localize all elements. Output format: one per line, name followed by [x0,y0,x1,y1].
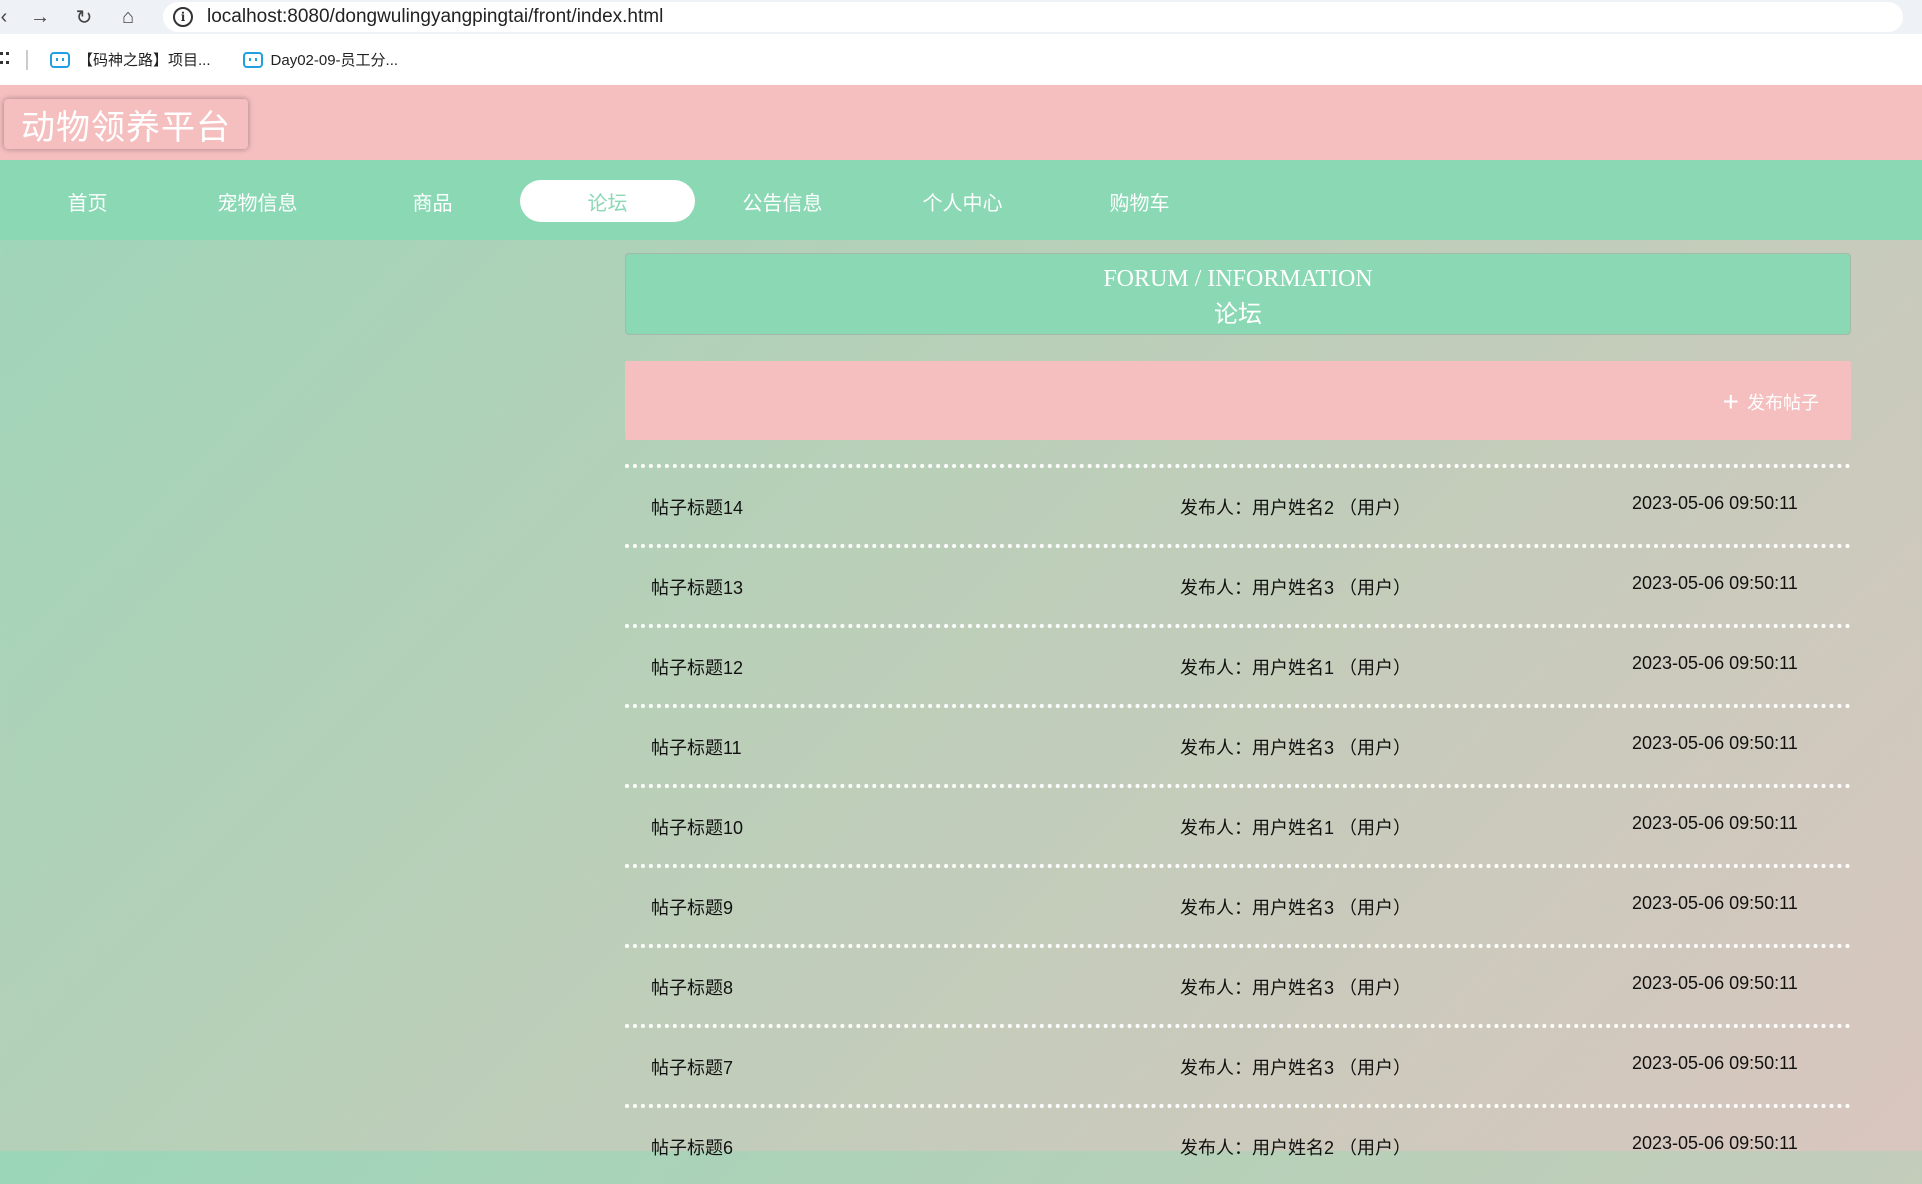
post-row[interactable]: 帖子标题7 发布人：用户姓名3 （用户） 2023-05-06 09:50:11 [625,1024,1851,1104]
publish-post-button[interactable]: + 发布帖子 [1722,386,1819,417]
post-author: 发布人：用户姓名3 （用户） [1180,1058,1412,1078]
forward-icon[interactable]: → [18,0,62,34]
post-title[interactable]: 帖子标题12 [651,654,743,680]
post-title[interactable]: 帖子标题13 [651,574,743,600]
post-time: 2023-05-06 09:50:11 [1632,1053,1798,1073]
post-action-bar: + 发布帖子 [625,361,1851,440]
nav-item-pets[interactable]: 宠物信息 [170,180,345,222]
post-row[interactable]: 帖子标题13 发布人：用户姓名3 （用户） 2023-05-06 09:50:1… [625,544,1851,624]
post-author: 发布人：用户姓名1 （用户） [1180,818,1412,838]
post-row[interactable]: 帖子标题12 发布人：用户姓名1 （用户） 2023-05-06 09:50:1… [625,624,1851,704]
post-time: 2023-05-06 09:50:11 [1632,813,1798,833]
post-title[interactable]: 帖子标题14 [651,494,743,520]
post-list: 帖子标题14 发布人：用户姓名2 （用户） 2023-05-06 09:50:1… [625,464,1851,1184]
post-row[interactable]: 帖子标题10 发布人：用户姓名1 （用户） 2023-05-06 09:50:1… [625,784,1851,864]
site-header: 动物领养平台 [0,85,1922,160]
back-icon[interactable]: ‹ [0,0,8,34]
nav-item-profile[interactable]: 个人中心 [875,180,1050,222]
post-author: 发布人：用户姓名2 （用户） [1180,498,1412,518]
publish-post-label: 发布帖子 [1747,393,1819,413]
bookmark-2[interactable]: Day02-09-员工分... [242,49,399,70]
bookmark-separator [26,49,28,70]
nav-item-goods[interactable]: 商品 [345,180,520,222]
post-row[interactable]: 帖子标题6 发布人：用户姓名2 （用户） 2023-05-06 09:50:11 [625,1104,1851,1184]
post-row[interactable]: 帖子标题14 发布人：用户姓名2 （用户） 2023-05-06 09:50:1… [625,464,1851,544]
forum-title-cn: 论坛 [1214,302,1262,328]
post-time: 2023-05-06 09:50:11 [1632,733,1798,753]
post-author: 发布人：用户姓名2 （用户） [1180,1138,1412,1158]
forum-title-box: FORUM / INFORMATION 论坛 [625,253,1851,335]
post-title[interactable]: 帖子标题7 [651,1054,733,1080]
post-row[interactable]: 帖子标题11 发布人：用户姓名3 （用户） 2023-05-06 09:50:1… [625,704,1851,784]
post-time: 2023-05-06 09:50:11 [1632,653,1798,673]
site-logo[interactable]: 动物领养平台 [4,99,248,149]
home-icon[interactable]: ⌂ [106,0,150,34]
main-nav: 首页 宠物信息 商品 论坛 公告信息 个人中心 购物车 [0,160,1922,240]
nav-item-cart[interactable]: 购物车 [1052,180,1227,222]
reload-icon[interactable]: ↻ [62,0,106,34]
post-row[interactable]: 帖子标题9 发布人：用户姓名3 （用户） 2023-05-06 09:50:11 [625,864,1851,944]
address-bar[interactable]: i localhost:8080/dongwulingyangpingtai/f… [163,2,1903,32]
bookmark-1[interactable]: 【码神之路】项目... [50,49,211,70]
url-text[interactable]: localhost:8080/dongwulingyangpingtai/fro… [207,6,663,28]
post-title[interactable]: 帖子标题9 [651,894,733,920]
post-author: 发布人：用户姓名3 （用户） [1180,898,1412,918]
bookmark-label: Day02-09-员工分... [270,52,399,69]
post-title[interactable]: 帖子标题6 [651,1134,733,1160]
post-row[interactable]: 帖子标题8 发布人：用户姓名3 （用户） 2023-05-06 09:50:11 [625,944,1851,1024]
nav-item-notice[interactable]: 公告信息 [695,180,870,222]
browser-toolbar: ‹ → ↻ ⌂ i localhost:8080/dongwulingyangp… [0,0,1922,34]
site-info-icon[interactable]: i [173,7,193,27]
nav-item-forum[interactable]: 论坛 [520,180,695,222]
post-time: 2023-05-06 09:50:11 [1632,893,1798,913]
post-title[interactable]: 帖子标题11 [651,734,742,760]
plus-icon: + [1722,386,1739,417]
forum-title-en: FORUM / INFORMATION [1103,266,1373,292]
post-time: 2023-05-06 09:50:11 [1632,573,1798,593]
post-time: 2023-05-06 09:50:11 [1632,493,1798,513]
nav-item-home[interactable]: 首页 [0,180,175,222]
bilibili-icon [50,51,70,68]
post-author: 发布人：用户姓名1 （用户） [1180,658,1412,678]
bilibili-icon [242,51,263,68]
post-author: 发布人：用户姓名3 （用户） [1180,738,1412,758]
bookmark-label: 【码神之路】项目... [78,52,211,69]
post-title[interactable]: 帖子标题8 [651,974,733,1000]
post-author: 发布人：用户姓名3 （用户） [1180,578,1412,598]
post-time: 2023-05-06 09:50:11 [1632,973,1798,993]
post-title[interactable]: 帖子标题10 [651,814,743,840]
bookmarks-bar: 【码神之路】项目... Day02-09-员工分... [0,34,1922,85]
apps-icon[interactable] [0,51,9,68]
post-author: 发布人：用户姓名3 （用户） [1180,978,1412,998]
